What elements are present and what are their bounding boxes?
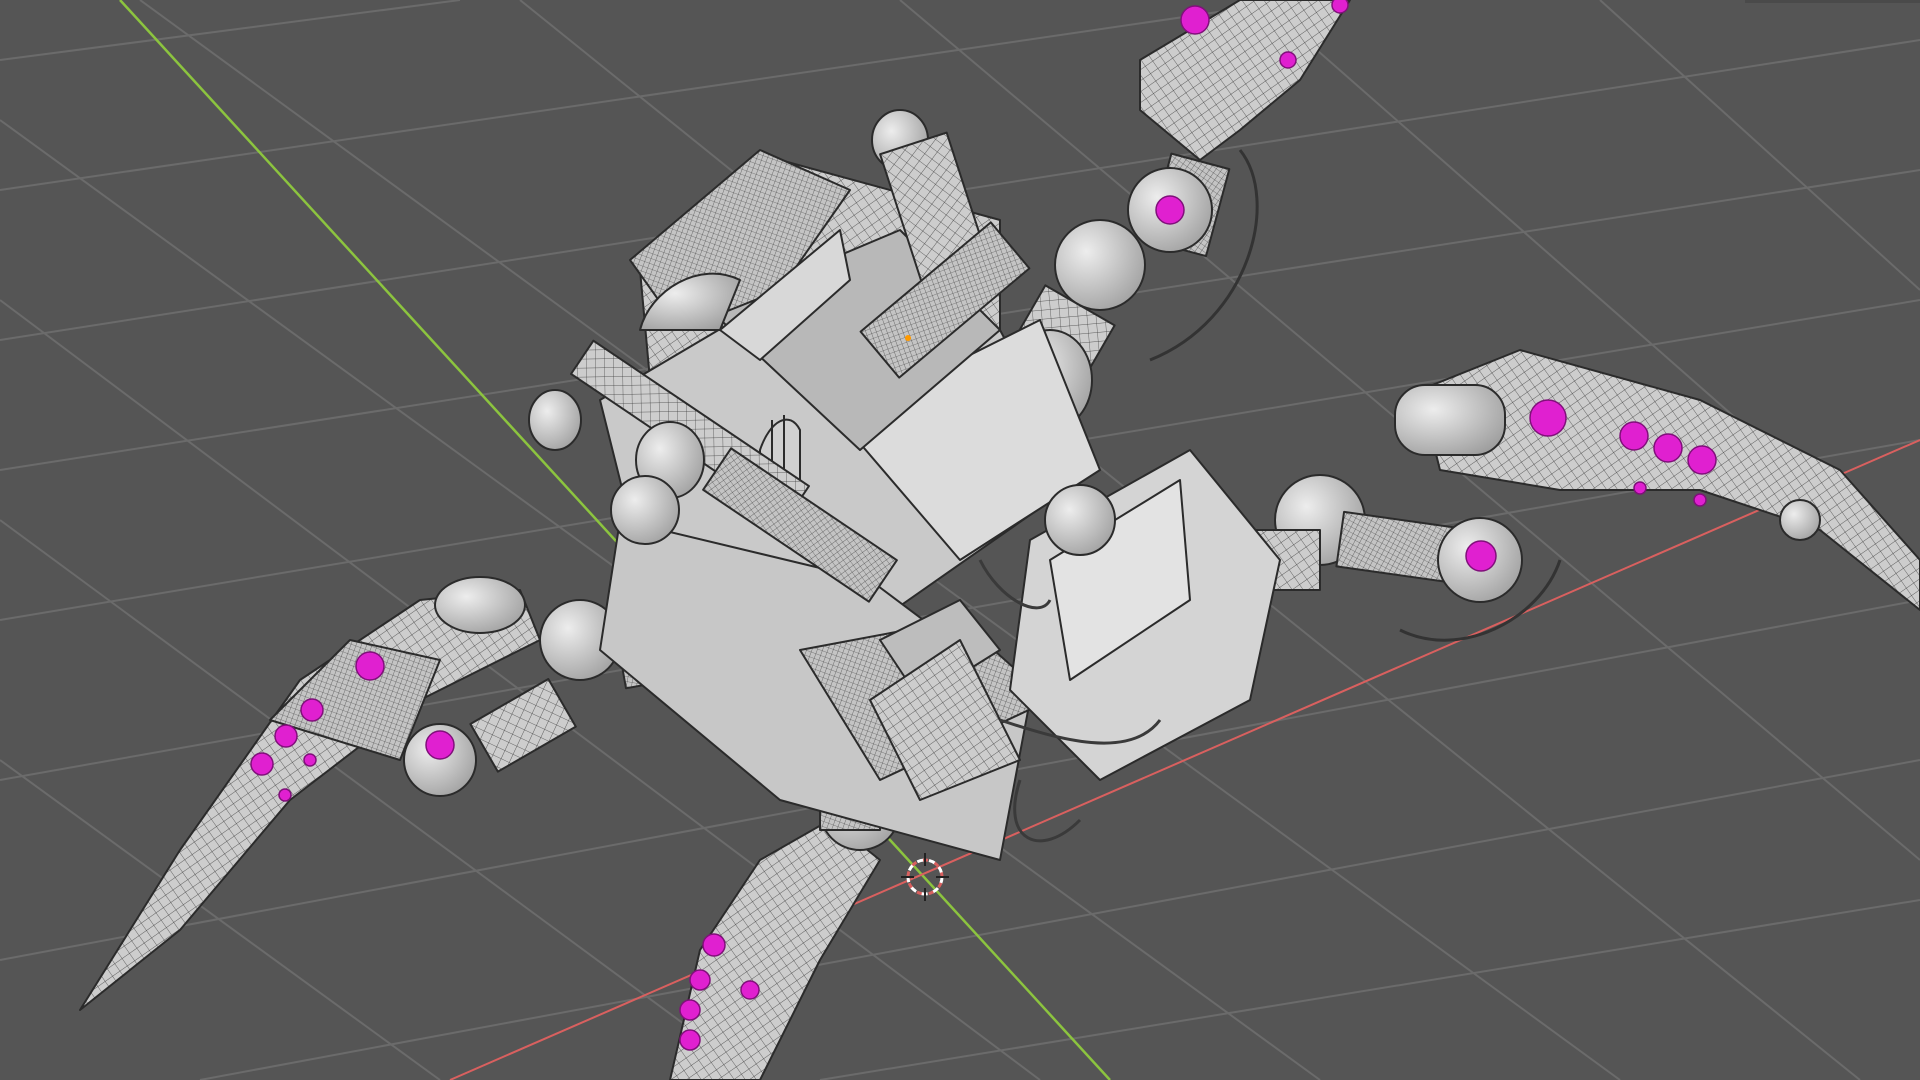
origin-dot [905, 335, 911, 341]
viewport-header-edge [1745, 0, 1920, 3]
leg-back-right[interactable] [1189, 349, 1920, 642]
viewport-canvas[interactable] [0, 0, 1920, 1080]
3d-viewport[interactable] [0, 0, 1920, 1080]
robot-mesh[interactable] [79, 0, 1920, 1080]
